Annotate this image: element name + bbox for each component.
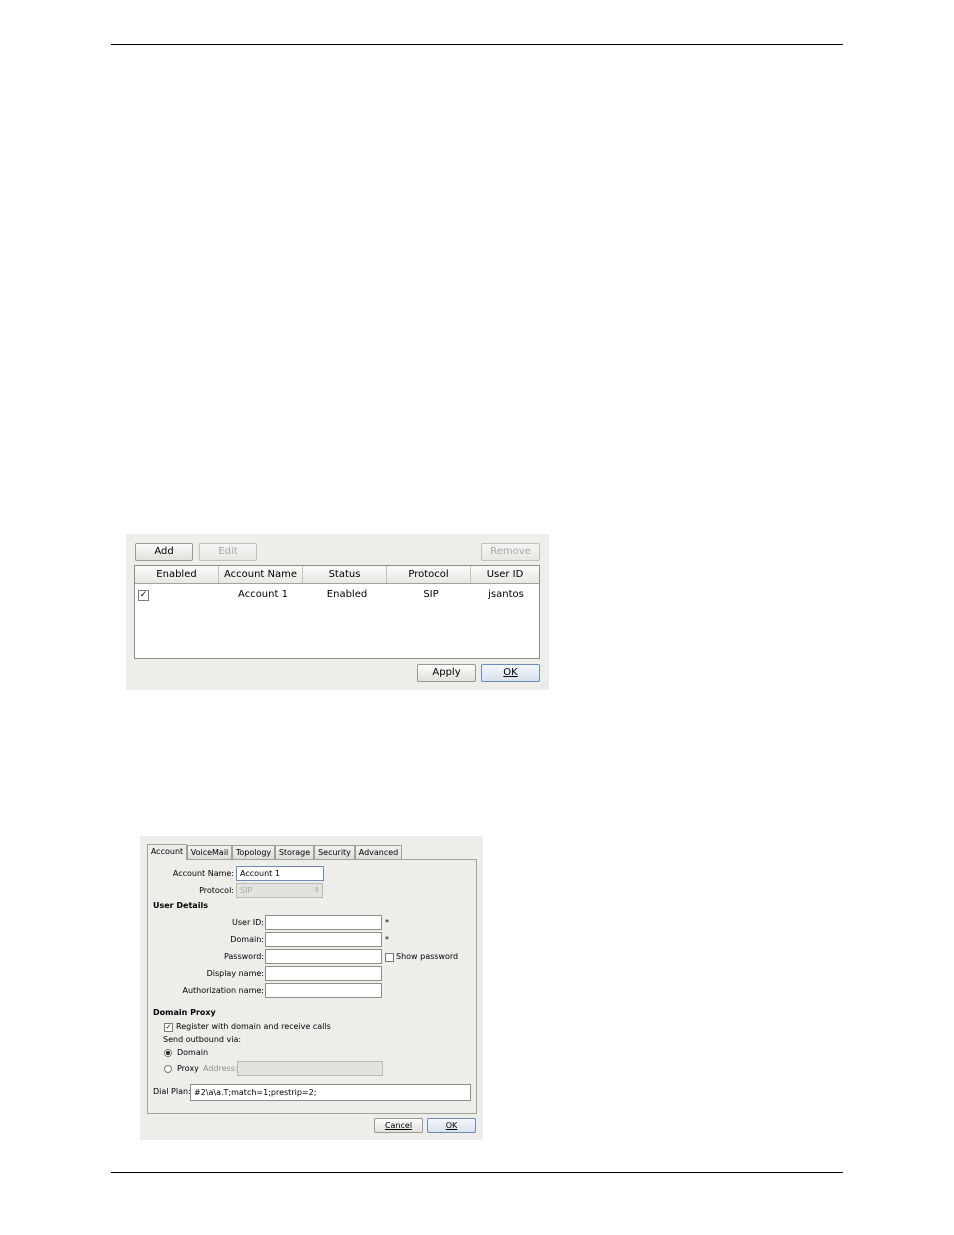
account-name-label: Account Name:	[172, 869, 234, 878]
header-rule	[111, 44, 843, 45]
protocol-label: Protocol:	[199, 886, 234, 895]
status-cell: Enabled	[326, 589, 368, 600]
protocol-select[interactable]: SIP ⇕	[236, 883, 323, 898]
updown-arrows-icon: ⇕	[314, 886, 320, 894]
tab-account[interactable]: Account	[147, 844, 187, 860]
password-field[interactable]	[265, 949, 382, 964]
proxy-radio-label[interactable]: Proxy	[177, 1063, 199, 1075]
account-properties-dialog: Account VoiceMail Topology Storage Secur…	[140, 836, 483, 1140]
tab-topology[interactable]: Topology	[232, 845, 275, 859]
ok-button[interactable]: OK	[481, 664, 540, 682]
cancel-button[interactable]: Cancel	[374, 1118, 423, 1133]
user-details-heading: User Details	[153, 901, 208, 910]
show-password-label[interactable]: Show password	[396, 951, 458, 963]
domain-radio[interactable]	[164, 1049, 172, 1057]
tab-advanced[interactable]: Advanced	[355, 845, 402, 859]
ok-button[interactable]: OK	[427, 1118, 476, 1133]
add-button[interactable]: Add	[135, 543, 193, 561]
column-header-enabled[interactable]: Enabled	[135, 566, 219, 583]
account-tab-panel: Account Name: Account 1 Protocol: SIP ⇕ …	[147, 859, 477, 1114]
accounts-dialog: Add Edit Remove Enabled Account Name Sta…	[126, 534, 549, 690]
tab-voicemail[interactable]: VoiceMail	[187, 845, 232, 859]
column-header-account-name[interactable]: Account Name	[219, 566, 303, 583]
user-id-label: User ID:	[232, 918, 264, 927]
resize-grip-icon[interactable]: ⋰	[541, 682, 547, 688]
user-id-required-mark: *	[385, 918, 389, 927]
authorization-name-label: Authorization name:	[182, 986, 264, 995]
display-name-field[interactable]	[265, 966, 382, 981]
address-label: Address:	[203, 1064, 238, 1073]
remove-button[interactable]: Remove	[481, 543, 540, 561]
apply-button[interactable]: Apply	[417, 664, 476, 682]
tab-storage[interactable]: Storage	[275, 845, 314, 859]
domain-required-mark: *	[385, 935, 389, 944]
dial-plan-field[interactable]: #2\a\a.T;match=1;prestrip=2;	[190, 1084, 471, 1101]
proxy-radio[interactable]	[164, 1065, 172, 1073]
column-header-protocol[interactable]: Protocol	[387, 566, 471, 583]
display-name-label: Display name:	[206, 969, 264, 978]
user-id-cell: jsantos	[488, 589, 524, 600]
edit-button[interactable]: Edit	[199, 543, 257, 561]
column-header-user-id[interactable]: User ID	[471, 566, 539, 583]
address-field[interactable]	[237, 1061, 383, 1076]
footer-rule	[111, 1172, 843, 1173]
show-password-checkbox[interactable]	[385, 953, 394, 962]
accounts-table: Enabled Account Name Status Protocol Use…	[134, 565, 540, 659]
protocol-value: SIP	[240, 886, 253, 895]
account-name-field[interactable]: Account 1	[236, 866, 324, 881]
tab-security[interactable]: Security	[314, 845, 355, 859]
password-label: Password:	[223, 952, 264, 961]
register-label[interactable]: Register with domain and receive calls	[176, 1021, 331, 1033]
enabled-checkbox[interactable]: ✓	[138, 590, 149, 601]
table-header: Enabled Account Name Status Protocol Use…	[135, 566, 539, 584]
dial-plan-label: Dial Plan:	[153, 1087, 191, 1096]
domain-proxy-heading: Domain Proxy	[153, 1008, 216, 1017]
user-id-field[interactable]	[265, 915, 382, 930]
register-checkbox[interactable]: ✓	[164, 1023, 173, 1032]
domain-field[interactable]	[265, 932, 382, 947]
authorization-name-field[interactable]	[265, 983, 382, 998]
protocol-cell: SIP	[423, 589, 439, 600]
account-name-cell: Account 1	[238, 589, 288, 600]
send-outbound-via-label: Send outbound via:	[163, 1035, 242, 1044]
domain-radio-label[interactable]: Domain	[177, 1047, 208, 1059]
column-header-status[interactable]: Status	[303, 566, 387, 583]
domain-label: Domain:	[230, 935, 264, 944]
